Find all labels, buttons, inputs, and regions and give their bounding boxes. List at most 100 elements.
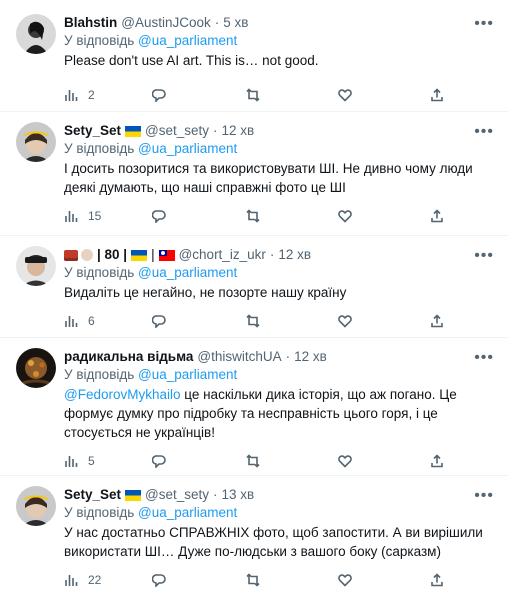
text-mention[interactable]: @FedorovMykhailo (64, 387, 181, 402)
timestamp[interactable]: 5 хв (223, 14, 248, 32)
like-button[interactable] (338, 88, 430, 102)
tweet-header: Sety_Set @set_sety · 13 хв (64, 476, 496, 504)
views-button[interactable]: 15 (64, 209, 152, 223)
tweet-text: Видаліть це негайно, не позорте нашу кра… (64, 285, 347, 300)
views-icon (65, 316, 78, 327)
reply-button[interactable] (152, 454, 246, 468)
author-handle[interactable]: @set_sety (145, 486, 209, 504)
tweet-actions: 6 (64, 310, 496, 332)
separator-dot: · (213, 487, 218, 502)
avatar[interactable] (16, 486, 56, 526)
share-button[interactable] (430, 314, 444, 328)
tweet[interactable]: радикальна відьма @thiswitchUA · 12 хв •… (0, 338, 508, 476)
reply-button[interactable] (152, 573, 246, 587)
views-icon (65, 211, 78, 222)
tweet-text: Please don't use AI art. This is… not go… (64, 53, 319, 68)
tweet[interactable]: Sety_Set @set_sety · 13 хв ••• У відпові… (0, 476, 508, 600)
author-name[interactable]: Sety_Set (64, 486, 121, 504)
reply-mention[interactable]: @ua_parliament (138, 141, 237, 156)
views-button[interactable]: 22 (64, 573, 152, 587)
views-icon (65, 90, 78, 101)
retweet-button[interactable] (246, 573, 338, 587)
share-icon (431, 209, 443, 223)
reply-context: У відповідь @ua_parliament (64, 32, 496, 50)
separator-dot: · (269, 247, 275, 262)
reply-mention[interactable]: @ua_parliament (138, 265, 237, 280)
separator-dot: · (214, 15, 220, 30)
like-button[interactable] (338, 209, 430, 223)
reply-mention[interactable]: @ua_parliament (138, 367, 237, 382)
views-button[interactable]: 6 (64, 314, 152, 328)
share-icon (431, 88, 443, 102)
author-handle[interactable]: @thiswitchUA (197, 348, 281, 366)
tweet-text: І досить позоритися та використовувати Ш… (64, 161, 473, 195)
separator-dot: · (285, 349, 291, 364)
reply-prefix: У відповідь (64, 505, 135, 520)
more-icon[interactable]: ••• (474, 16, 494, 32)
timestamp[interactable]: 12 хв (278, 246, 311, 264)
tweet-header: Sety_Set @set_sety · 12 хв (64, 112, 496, 140)
reply-button[interactable] (152, 88, 246, 102)
views-count: 15 (88, 209, 102, 223)
avatar[interactable] (16, 122, 56, 162)
reply-context: У відповідь @ua_parliament (64, 504, 496, 522)
share-icon (431, 454, 443, 468)
views-count: 5 (88, 454, 95, 468)
author-handle[interactable]: @AustinJCook (121, 14, 211, 32)
taiwan-flag-icon (158, 249, 175, 261)
author-name[interactable]: Blahstin (64, 14, 117, 32)
tweet-actions: 22 (64, 569, 496, 591)
tweet[interactable]: Sety_Set @set_sety · 12 хв ••• У відпові… (0, 112, 508, 236)
avatar[interactable] (16, 14, 56, 54)
share-button[interactable] (430, 209, 444, 223)
reply-button[interactable] (152, 209, 246, 223)
retweet-button[interactable] (246, 314, 338, 328)
like-button[interactable] (338, 454, 430, 468)
reply-mention[interactable]: @ua_parliament (138, 33, 237, 48)
timestamp[interactable]: 12 хв (294, 348, 327, 366)
more-icon[interactable]: ••• (474, 350, 494, 366)
views-button[interactable]: 5 (64, 454, 152, 468)
more-icon[interactable]: ••• (474, 488, 494, 504)
author-handle[interactable]: @chort_iz_ukr (179, 246, 266, 264)
author-name[interactable]: радикальна відьма (64, 348, 193, 366)
ukraine-flag-icon (125, 489, 142, 501)
views-count: 2 (88, 88, 95, 102)
author-handle[interactable]: @set_sety (145, 122, 209, 140)
tweet[interactable]: | 80 | | @chort_iz_ukr · 12 хв ••• У від… (0, 236, 508, 338)
ukraine-flag-icon (131, 249, 148, 261)
retweet-icon (246, 88, 260, 102)
retweet-button[interactable] (246, 88, 338, 102)
reply-prefix: У відповідь (64, 265, 135, 280)
tweet-header: Blahstin @AustinJCook · 5 хв (64, 0, 496, 32)
tweet-actions: 2 (64, 84, 496, 106)
retweet-button[interactable] (246, 454, 338, 468)
reply-prefix: У відповідь (64, 141, 135, 156)
timestamp[interactable]: 12 хв (222, 122, 255, 140)
like-icon (338, 315, 352, 328)
reply-prefix: У відповідь (64, 367, 135, 382)
like-icon (338, 89, 352, 102)
like-button[interactable] (338, 314, 430, 328)
reply-icon (152, 574, 166, 587)
share-button[interactable] (430, 88, 444, 102)
avatar[interactable] (16, 348, 56, 388)
retweet-button[interactable] (246, 209, 338, 223)
author-name[interactable]: | 80 | (97, 246, 127, 264)
author-name[interactable]: Sety_Set (64, 122, 121, 140)
more-icon[interactable]: ••• (474, 248, 494, 264)
like-icon (338, 210, 352, 223)
reply-button[interactable] (152, 314, 246, 328)
retweet-icon (246, 209, 260, 223)
retweet-icon (246, 314, 260, 328)
more-icon[interactable]: ••• (474, 124, 494, 140)
share-button[interactable] (430, 454, 444, 468)
hand-emoji-icon (81, 249, 93, 261)
avatar[interactable] (16, 246, 56, 286)
like-button[interactable] (338, 573, 430, 587)
views-button[interactable]: 2 (64, 88, 152, 102)
share-button[interactable] (430, 573, 444, 587)
reply-mention[interactable]: @ua_parliament (138, 505, 237, 520)
tweet[interactable]: Blahstin @AustinJCook · 5 хв ••• У відпо… (0, 0, 508, 112)
timestamp[interactable]: 13 хв (222, 486, 255, 504)
